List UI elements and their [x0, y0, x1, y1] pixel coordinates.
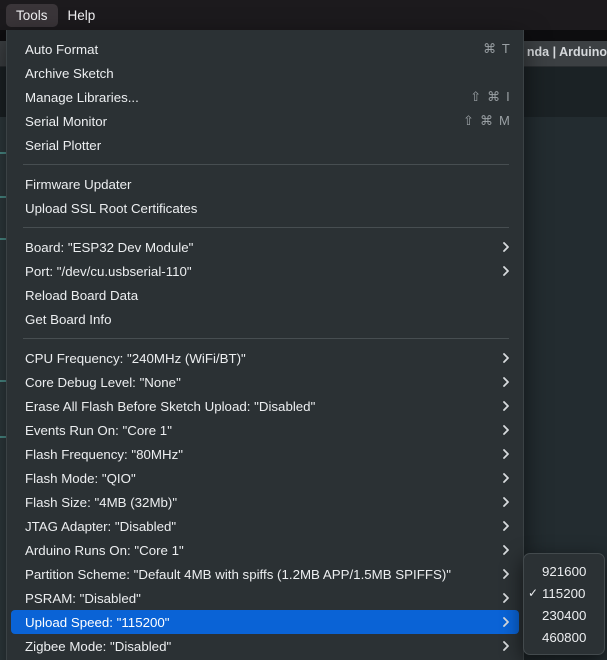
menu-item-label: Zigbee Mode: "Disabled"	[25, 638, 172, 654]
menu-item-label: Reload Board Data	[25, 287, 139, 303]
submenu-option-460800[interactable]: 460800	[524, 626, 604, 648]
menu-item-manage-libraries[interactable]: Manage Libraries... ⇧ ⌘ I	[11, 85, 519, 109]
menu-item-serial-plotter[interactable]: Serial Plotter	[11, 133, 519, 157]
chevron-right-icon	[501, 266, 511, 276]
tools-dropdown-menu: Auto Format ⌘ T Archive Sketch Manage Libra…	[6, 30, 524, 660]
menubar-item-help[interactable]: Help	[58, 4, 106, 27]
menu-item-partition-scheme-default-4mb-with-spiffs[interactable]: Partition Scheme: "Default 4MB with spif…	[11, 562, 519, 586]
menu-item-firmware-updater[interactable]: Firmware Updater	[11, 172, 519, 196]
menu-item-shortcut: ⇧ ⌘ I	[470, 89, 511, 104]
menu-item-label: Firmware Updater	[25, 176, 132, 192]
menu-item-flash-size-4mb-32mb[interactable]: Flash Size: "4MB (32Mb)"	[11, 490, 519, 514]
menu-item-archive-sketch[interactable]: Archive Sketch	[11, 61, 519, 85]
chevron-right-icon	[501, 617, 511, 627]
menu-item-label: PSRAM: "Disabled"	[25, 590, 141, 606]
window-title: nda | Arduino	[526, 45, 607, 59]
chevron-right-icon	[501, 521, 511, 531]
menu-item-auto-format[interactable]: Auto Format ⌘ T	[11, 37, 519, 61]
menu-item-serial-monitor[interactable]: Serial Monitor ⇧ ⌘ M	[11, 109, 519, 133]
chevron-right-icon	[501, 473, 511, 483]
menu-item-label: Auto Format	[25, 41, 99, 57]
menu-item-core-debug-level-none[interactable]: Core Debug Level: "None"	[11, 370, 519, 394]
menu-separator	[23, 227, 509, 228]
menu-item-label: Flash Mode: "QIO"	[25, 470, 136, 486]
chevron-right-icon	[501, 569, 511, 579]
menu-item-label: Core Debug Level: "None"	[25, 374, 181, 390]
submenu-option-115200[interactable]: ✓ 115200	[524, 582, 604, 604]
submenu-option-label: 460800	[542, 629, 587, 645]
menu-item-psram-disabled[interactable]: PSRAM: "Disabled"	[11, 586, 519, 610]
menu-item-label: Serial Plotter	[25, 137, 102, 153]
chevron-right-icon	[501, 353, 511, 363]
menu-item-jtag-adapter-disabled[interactable]: JTAG Adapter: "Disabled"	[11, 514, 519, 538]
menubar-item-tools[interactable]: Tools	[6, 3, 58, 27]
chevron-right-icon	[501, 242, 511, 252]
menu-item-shortcut: ⌘ T	[483, 41, 511, 56]
menu-item-shortcut: ⇧ ⌘ M	[463, 113, 511, 128]
menu-item-events-run-on-core-1[interactable]: Events Run On: "Core 1"	[11, 418, 519, 442]
submenu-option-230400[interactable]: 230400	[524, 604, 604, 626]
menu-item-upload-ssl-root-certificates[interactable]: Upload SSL Root Certificates	[11, 196, 519, 220]
menu-item-port-dev-cu-usbserial-110[interactable]: Port: "/dev/cu.usbserial-110"	[11, 259, 519, 283]
chevron-right-icon	[501, 545, 511, 555]
menu-item-arduino-runs-on-core-1[interactable]: Arduino Runs On: "Core 1"	[11, 538, 519, 562]
menu-item-reload-board-data[interactable]: Reload Board Data	[11, 283, 519, 307]
menu-item-erase-all-flash-before-sketch-upload-dis[interactable]: Erase All Flash Before Sketch Upload: "D…	[11, 394, 519, 418]
submenu-option-label: 115200	[542, 585, 586, 601]
upload-speed-submenu: 921600 ✓ 115200 230400 460800	[523, 553, 605, 655]
menu-item-label: Manage Libraries...	[25, 89, 139, 105]
submenu-option-921600[interactable]: 921600	[524, 560, 604, 582]
chevron-right-icon	[501, 425, 511, 435]
chevron-right-icon	[501, 641, 511, 651]
submenu-option-label: 230400	[542, 607, 587, 623]
menu-item-label: JTAG Adapter: "Disabled"	[25, 518, 177, 534]
menu-item-label: Get Board Info	[25, 311, 112, 327]
menu-item-label: Flash Frequency: "80MHz"	[25, 446, 183, 462]
chevron-right-icon	[501, 497, 511, 507]
menu-item-label: Board: "ESP32 Dev Module"	[25, 239, 194, 255]
menu-separator	[23, 164, 509, 165]
menu-item-label: Upload SSL Root Certificates	[25, 200, 198, 216]
submenu-option-label: 921600	[542, 563, 587, 579]
chevron-right-icon	[501, 593, 511, 603]
menu-item-board-esp32-dev-module[interactable]: Board: "ESP32 Dev Module"	[11, 235, 519, 259]
menu-item-label: Erase All Flash Before Sketch Upload: "D…	[25, 398, 316, 414]
menu-item-upload-speed-115200[interactable]: Upload Speed: "115200"	[11, 610, 519, 634]
menubar: Tools Help	[0, 0, 607, 30]
menu-item-label: Archive Sketch	[25, 65, 114, 81]
menu-item-flash-mode-qio[interactable]: Flash Mode: "QIO"	[11, 466, 519, 490]
menu-item-label: Arduino Runs On: "Core 1"	[25, 542, 184, 558]
menu-item-label: Flash Size: "4MB (32Mb)"	[25, 494, 178, 510]
menu-item-label: Port: "/dev/cu.usbserial-110"	[25, 263, 192, 279]
menu-item-cpu-frequency-240mhz-wifi-bt[interactable]: CPU Frequency: "240MHz (WiFi/BT)"	[11, 346, 519, 370]
menu-item-label: Partition Scheme: "Default 4MB with spif…	[25, 566, 451, 582]
menu-item-label: CPU Frequency: "240MHz (WiFi/BT)"	[25, 350, 246, 366]
menu-item-label: Upload Speed: "115200"	[25, 614, 170, 630]
menu-item-label: Serial Monitor	[25, 113, 108, 129]
menu-item-flash-frequency-80mhz[interactable]: Flash Frequency: "80MHz"	[11, 442, 519, 466]
menu-separator	[23, 338, 509, 339]
chevron-right-icon	[501, 401, 511, 411]
menu-item-zigbee-mode-disabled[interactable]: Zigbee Mode: "Disabled"	[11, 634, 519, 658]
chevron-right-icon	[501, 449, 511, 459]
menu-item-label: Events Run On: "Core 1"	[25, 422, 172, 438]
chevron-right-icon	[501, 377, 511, 387]
checkmark-icon: ✓	[528, 586, 539, 600]
menu-item-get-board-info[interactable]: Get Board Info	[11, 307, 519, 331]
screen-root: nda | Arduino Tools Help Auto Format ⌘ TA…	[0, 0, 607, 660]
